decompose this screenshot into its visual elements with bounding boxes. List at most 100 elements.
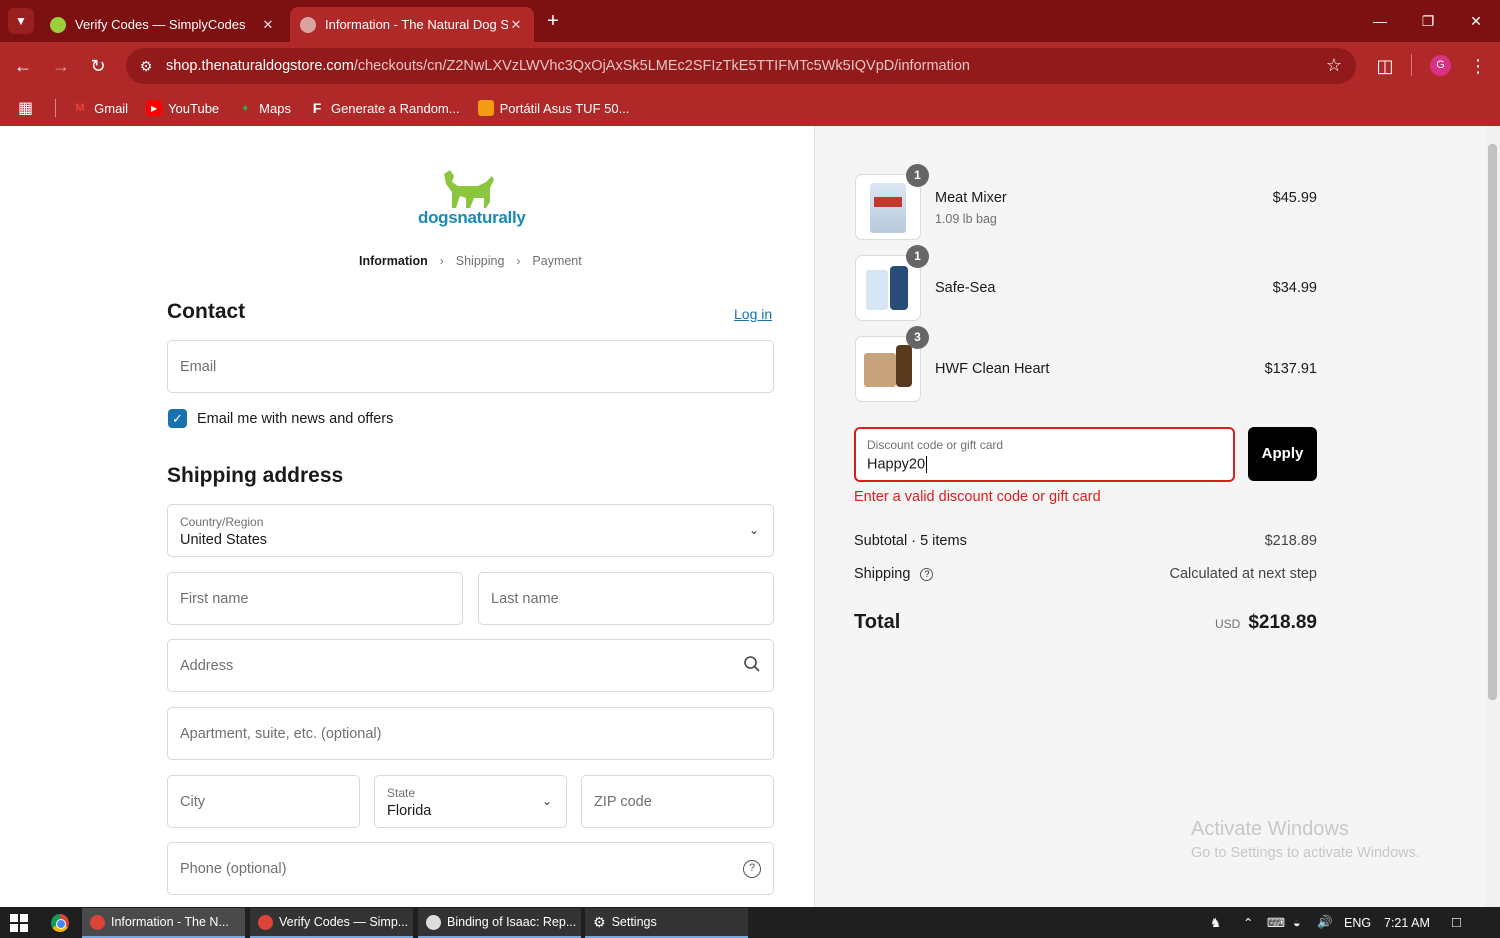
quantity-badge: 1: [906, 245, 929, 268]
keyboard-icon[interactable]: ⌨: [1267, 907, 1285, 938]
restore-button[interactable]: ❐: [1404, 0, 1452, 42]
wifi-icon[interactable]: ◒: [1293, 907, 1301, 938]
contact-heading: Contact: [167, 300, 246, 323]
bookmark-gmail[interactable]: M Gmail: [72, 100, 129, 116]
address-bar[interactable]: ⚙ shop.thenaturaldogstore.com/checkouts/…: [126, 48, 1356, 84]
currency-code: USD: [1214, 617, 1241, 631]
taskbar-app-information[interactable]: Information - The N...: [82, 908, 245, 938]
chevron-down-icon: ⌄: [541, 794, 552, 808]
item-price: $137.91: [1264, 361, 1317, 377]
clock[interactable]: 7:21 AM: [1384, 907, 1430, 938]
minimize-button[interactable]: —: [1356, 0, 1404, 42]
apartment-field[interactable]: Apartment, suite, etc. (optional): [167, 707, 774, 760]
email-opt-in-label[interactable]: Email me with news and offers: [197, 411, 393, 427]
f-icon: F: [312, 100, 322, 116]
apply-button[interactable]: Apply: [1248, 427, 1317, 481]
breadcrumb-information[interactable]: Information: [359, 254, 428, 268]
breadcrumb-payment[interactable]: Payment: [532, 254, 581, 268]
browser-tab-natural-dog[interactable]: Information - The Natural Dog S ✕: [290, 7, 534, 42]
city-field[interactable]: City: [167, 775, 360, 828]
forward-button[interactable]: →: [49, 54, 73, 78]
checkout-form-panel: dogsnaturally Information › Shipping › P…: [0, 126, 815, 907]
youtube-icon: ▶: [146, 100, 163, 116]
shipping-value: Calculated at next step: [1169, 566, 1317, 582]
quantity-badge: 3: [906, 326, 929, 349]
item-price: $34.99: [1272, 280, 1317, 296]
bookmark-youtube[interactable]: ▶ YouTube: [146, 100, 219, 116]
item-variant: 1.09 lb bag: [935, 212, 997, 226]
subtotal-value: $218.89: [1264, 533, 1317, 549]
logo-text: dogsnaturally: [418, 208, 526, 227]
window-close-button[interactable]: ✕: [1452, 0, 1500, 42]
bookmark-maps[interactable]: ✦ Maps: [237, 100, 291, 116]
chrome-icon[interactable]: [51, 914, 69, 932]
taskbar-app-settings[interactable]: ⚙ Settings: [585, 908, 748, 938]
chevron-right-icon: ›: [439, 254, 444, 268]
close-icon[interactable]: ✕: [508, 17, 524, 33]
back-button[interactable]: ←: [11, 54, 35, 78]
page-scrollbar[interactable]: [1485, 126, 1500, 907]
volume-icon[interactable]: 🔊: [1317, 907, 1333, 938]
reload-button[interactable]: ↻: [86, 54, 110, 78]
language-indicator[interactable]: ENG: [1344, 907, 1371, 938]
taskbar-app-label: Settings: [611, 915, 657, 929]
zip-field[interactable]: ZIP code: [581, 775, 774, 828]
phone-field[interactable]: Phone (optional) ?: [167, 842, 774, 895]
discount-label: Discount code or gift card: [867, 438, 1004, 452]
tab-search-button[interactable]: ▼: [8, 8, 34, 34]
discount-value: Happy20: [867, 456, 928, 473]
subtotal-row: Subtotal · 5 items $218.89: [854, 533, 1317, 549]
shipping-address-heading: Shipping address: [167, 464, 344, 487]
state-label: State: [387, 786, 416, 800]
chevron-up-icon[interactable]: ⌃: [1243, 907, 1253, 938]
login-link[interactable]: Log in: [734, 306, 772, 322]
email-field[interactable]: Email: [167, 340, 774, 393]
email-opt-in-checkbox[interactable]: ✓: [168, 409, 187, 428]
bookmark-generate-random[interactable]: F Generate a Random...: [309, 100, 460, 116]
notifications-icon[interactable]: □: [1452, 907, 1461, 938]
simplycodes-icon: [50, 16, 66, 33]
first-name-field[interactable]: First name: [167, 572, 463, 625]
total-label: Total: [854, 611, 901, 633]
zip-placeholder: ZIP code: [594, 793, 652, 810]
taskbar-app-verify-codes[interactable]: Verify Codes — Simp...: [250, 908, 413, 938]
item-name: HWF Clean Heart: [935, 361, 1050, 377]
extensions-icon[interactable]: ◫: [1373, 54, 1397, 78]
discount-code-field[interactable]: Discount code or gift card Happy20: [854, 427, 1235, 482]
email-placeholder: Email: [180, 358, 217, 375]
taskbar-app-binding-of-isaac[interactable]: Binding of Isaac: Rep...: [418, 908, 581, 938]
close-icon[interactable]: ✕: [260, 17, 276, 33]
maps-icon: ✦: [240, 102, 250, 115]
watermark-title: Activate Windows: [1191, 818, 1349, 840]
address-placeholder: Address: [180, 657, 234, 674]
help-circle-icon[interactable]: ?: [743, 860, 761, 878]
address-field[interactable]: Address: [167, 639, 774, 692]
taskbar-app-label: Verify Codes — Simp...: [279, 915, 409, 929]
profile-avatar[interactable]: G: [1430, 55, 1451, 76]
scrollbar-thumb[interactable]: [1488, 144, 1497, 700]
people-icon[interactable]: ♞: [1210, 907, 1221, 938]
state-select[interactable]: State Florida ⌄: [374, 775, 567, 828]
browser-tab-simplycodes[interactable]: Verify Codes — SimplyCodes ✕: [40, 7, 286, 42]
bookmark-portatil-asus[interactable]: Portátil Asus TUF 50...: [477, 100, 629, 116]
help-circle-icon[interactable]: ?: [920, 567, 934, 581]
bookmark-star-icon[interactable]: ☆: [1326, 55, 1342, 76]
phone-placeholder: Phone (optional): [180, 860, 287, 877]
new-tab-button[interactable]: +: [541, 9, 565, 33]
last-name-field[interactable]: Last name: [478, 572, 774, 625]
apartment-placeholder: Apartment, suite, etc. (optional): [180, 725, 382, 742]
windows-start-icon[interactable]: [10, 914, 28, 932]
city-placeholder: City: [180, 793, 205, 810]
taskbar-app-label: Binding of Isaac: Rep...: [447, 915, 577, 929]
store-logo[interactable]: dogsnaturally: [418, 168, 526, 234]
apps-grid-icon[interactable]: ▦: [18, 98, 33, 118]
checkout-page: dogsnaturally Information › Shipping › P…: [0, 126, 1500, 907]
windows-taskbar: Information - The N... Verify Codes — Si…: [0, 907, 1500, 938]
breadcrumb-shipping[interactable]: Shipping: [456, 254, 505, 268]
gear-icon: ⚙: [593, 913, 606, 930]
browser-menu-icon[interactable]: ⋮: [1466, 54, 1490, 78]
taskbar-app-label: Information - The N...: [111, 915, 229, 929]
line-item: 1 Meat Mixer 1.09 lb bag $45.99: [855, 164, 1317, 240]
country-select[interactable]: Country/Region United States ⌄: [167, 504, 774, 557]
site-info-icon[interactable]: ⚙: [126, 58, 166, 75]
